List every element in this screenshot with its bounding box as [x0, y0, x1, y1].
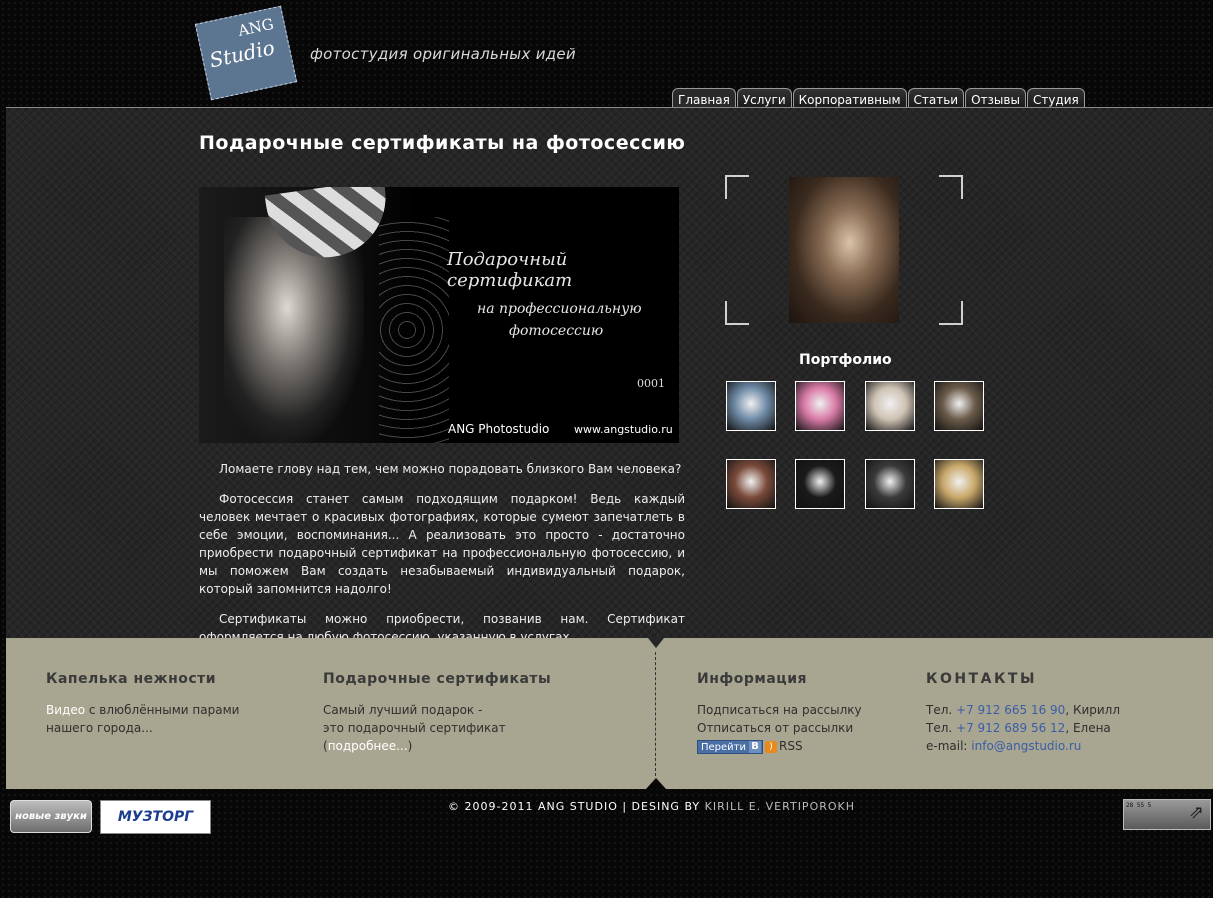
footer-heading: Информация [697, 671, 807, 687]
frame-corner [939, 301, 963, 325]
article-paragraph: Сертификаты можно приобрести, позванив н… [199, 612, 685, 638]
footer-col-tenderness: Капелька нежности Видео с влюблёнными па… [46, 670, 239, 737]
phone-link[interactable]: +7 912 689 56 12 [956, 721, 1065, 735]
nav-tab-corporate[interactable]: Корпоративным [792, 88, 907, 108]
footer-col-info: Информация Подписаться на рассылку Отпис… [697, 670, 862, 755]
banner-url: www.angstudio.ru [574, 423, 673, 436]
site-logo[interactable]: ANG Studio [194, 5, 298, 101]
contact-phone-1: Тел. +7 912 665 16 90, Кирилл [926, 703, 1121, 717]
frame-corner [725, 301, 749, 325]
banner-subheading-2: фотосессию [509, 323, 604, 339]
copyright: © 2009-2011 ANG STUDIO | DESING BY KIRIL… [448, 800, 856, 813]
article-paragraph: Фотосессия станет самым подходящим подар… [199, 492, 685, 596]
frame-corner [939, 175, 963, 199]
nav-tab-services[interactable]: Услуги [736, 88, 792, 108]
subscribe-link[interactable]: Подписаться на рассылку [697, 701, 862, 719]
footer-heading: Капелька нежности [46, 671, 217, 687]
portfolio-thumbnail[interactable] [795, 459, 845, 509]
vk-icon: B [749, 740, 761, 753]
more-link[interactable]: подробнее... [328, 739, 408, 753]
arrow-icon: ⇗ [1188, 802, 1204, 823]
footer-heading: КОНТАКТЫ [926, 671, 1037, 687]
page-title: Подарочные сертификаты на фотосессию [199, 132, 686, 154]
footer-text: Видео с влюблёнными парами [46, 703, 240, 717]
logo-text-studio: Studio [207, 35, 277, 73]
portfolio-heading: Портфолио [799, 352, 892, 368]
visit-counter-badge[interactable]: 28 55 5 ⇗ [1123, 799, 1211, 830]
footer-col-certificates: Подарочные сертификаты Самый лучший пода… [323, 670, 551, 755]
footer-text: это подарочный сертификат [323, 721, 506, 735]
portfolio-thumbnail[interactable] [795, 381, 845, 431]
rss-icon[interactable]: ) [765, 740, 777, 753]
portfolio-thumbnail[interactable] [934, 381, 984, 431]
contact-phone-2: Тел. +7 912 689 56 12, Елена [926, 721, 1111, 735]
portfolio-thumbnail[interactable] [726, 381, 776, 431]
article-paragraph: Ломаете глову над тем, чем можно порадов… [219, 462, 682, 476]
nav-tab-reviews[interactable]: Отзывы [965, 88, 1026, 108]
banner-floral-ornament [379, 217, 449, 443]
main-content: Подарочные сертификаты на фотосессию Под… [6, 108, 1213, 638]
contact-email: e-mail: info@angstudio.ru [926, 739, 1082, 753]
certificate-banner-image: Подарочный сертификат на профессиональну… [199, 187, 679, 443]
email-link[interactable]: info@angstudio.ru [971, 739, 1081, 753]
muztorg-badge[interactable]: МУЗТОРГ [100, 800, 211, 834]
portfolio-thumbnail[interactable] [726, 459, 776, 509]
banner-subheading-1: на профессиональную [477, 301, 642, 317]
footer-col-contacts: КОНТАКТЫ Тел. +7 912 665 16 90, Кирилл Т… [926, 670, 1120, 755]
footer-text: (подробнее...) [323, 739, 413, 753]
footer-heading: Подарочные сертификаты [323, 671, 552, 687]
nav-tab-home[interactable]: Главная [672, 88, 736, 108]
banner-brand: ANG Photostudio [448, 422, 550, 436]
frame-corner [725, 175, 749, 199]
portfolio-thumbnail[interactable] [934, 459, 984, 509]
footer-text: нашего города... [46, 721, 153, 735]
site-header: ANG Studio фотостудия оригинальных идей … [0, 0, 1213, 108]
nav-tab-studio[interactable]: Студия [1026, 88, 1085, 108]
phone-link[interactable]: +7 912 665 16 90 [956, 703, 1065, 717]
author-link[interactable]: KIRILL E. VERTIPOROKH [705, 800, 855, 813]
unsubscribe-link[interactable]: Отписаться от рассылки [697, 719, 862, 737]
site-slogan: фотостудия оригинальных идей [310, 45, 576, 63]
featured-photo[interactable] [789, 177, 899, 323]
video-link[interactable]: Видео [46, 703, 85, 717]
footer-divider [655, 652, 656, 776]
portfolio-thumbnail[interactable] [865, 381, 915, 431]
site-footer: Капелька нежности Видео с влюблёнными па… [6, 638, 1213, 789]
social-row: Перейти B) RSS [697, 737, 862, 755]
new-sounds-badge[interactable]: новые звуки [10, 800, 92, 833]
banner-heading: Подарочный сертификат [447, 249, 573, 291]
footer-notch [646, 778, 666, 789]
banner-number: 0001 [637, 377, 665, 390]
article-text: Ломаете глову над тем, чем можно порадов… [199, 460, 685, 638]
main-nav: Главная Услуги Корпоративным Статьи Отзы… [672, 88, 1086, 108]
portfolio-thumbnail[interactable] [865, 459, 915, 509]
rss-link[interactable]: RSS [779, 739, 803, 753]
featured-photo-frame[interactable] [725, 175, 963, 325]
nav-tab-articles[interactable]: Статьи [907, 88, 965, 108]
footer-notch [648, 638, 664, 648]
counter-value: 28 55 5 [1126, 802, 1152, 809]
footer-text: Самый лучший подарок - [323, 703, 483, 717]
